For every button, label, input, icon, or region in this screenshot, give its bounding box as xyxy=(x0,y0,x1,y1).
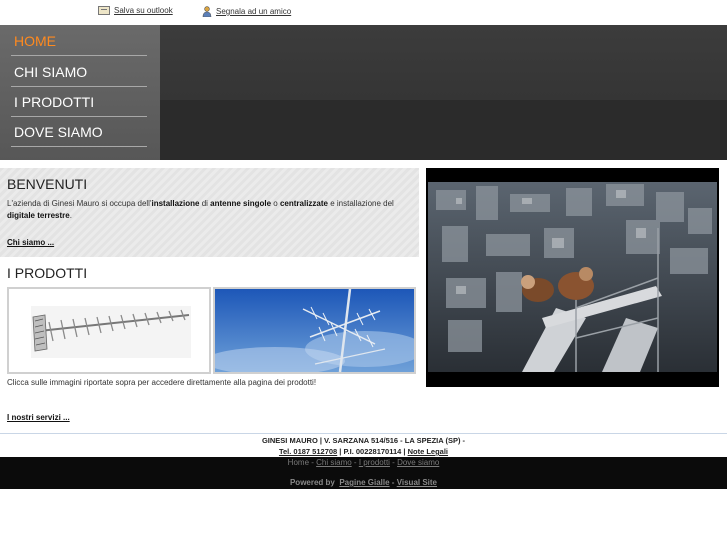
footer-nav-home[interactable]: Home xyxy=(288,458,309,467)
footer-contact-line: Tel. 0187 512708 | P.I. 00228170114 | No… xyxy=(0,446,727,457)
footer-vat: | P.I. 00228170114 | xyxy=(337,447,408,456)
footer-nav-separator: - xyxy=(351,458,359,467)
footer-address: GINESI MAURO | V. SARZANA 514/516 - LA S… xyxy=(261,436,466,445)
powered-by-label: Powered by xyxy=(289,478,335,487)
nostri-servizi-link[interactable]: I nostri servizi ... xyxy=(7,413,70,422)
footer-nav-separator: - xyxy=(389,458,398,467)
person-icon xyxy=(202,6,212,18)
footer-contact: GINESI MAURO | V. SARZANA 514/516 - LA S… xyxy=(0,433,727,457)
top-utility-bar: Salva su outlook Segnala ad un amico xyxy=(0,0,727,25)
pagine-gialle-link[interactable]: Pagine Gialle xyxy=(339,478,389,487)
footer-phone-link[interactable]: Tel. 0187 512708 xyxy=(279,447,337,456)
rooftop-photo-illustration xyxy=(428,182,717,387)
welcome-text-part: e installazione del xyxy=(328,199,394,208)
tell-friend-label: Segnala ad un amico xyxy=(216,7,292,16)
footer-nav-dove-siamo[interactable]: Dove siamo xyxy=(397,458,439,467)
welcome-text-part: o xyxy=(271,199,280,208)
products-title: I PRODOTTI xyxy=(7,265,88,281)
nav-item-dove-siamo[interactable]: DOVE SIAMO xyxy=(11,117,147,147)
footer-powered-by: Powered by Pagine Gialle - Visual Site xyxy=(0,478,727,487)
footer-nav-prodotti[interactable]: I prodotti xyxy=(359,458,390,467)
welcome-text-part: di xyxy=(199,199,211,208)
products-caption: Clicca sulle immagini riportate sopra pe… xyxy=(7,378,317,387)
tell-friend-link[interactable]: Segnala ad un amico xyxy=(202,6,292,18)
welcome-text-bold: installazione xyxy=(151,199,200,208)
header-divider xyxy=(0,160,727,168)
welcome-text-part: . xyxy=(69,211,72,220)
footer-bottom: Home - Chi siamo - I prodotti - Dove sia… xyxy=(0,457,727,489)
antenna-uhf-illustration xyxy=(31,306,191,358)
visual-site-link[interactable]: Visual Site xyxy=(397,478,437,487)
save-outlook-label: Salva su outlook xyxy=(114,6,173,15)
main-navigation: HOME CHI SIAMO I PRODOTTI DOVE SIAMO xyxy=(0,25,160,160)
footer-nav-chi-siamo[interactable]: Chi siamo xyxy=(316,458,352,467)
welcome-title: BENVENUTI xyxy=(7,176,88,192)
welcome-text: L'azienda di Ginesi Mauro si occupa dell… xyxy=(7,198,412,222)
welcome-text-bold: digitale terrestre xyxy=(7,211,70,220)
welcome-text-bold: centralizzate xyxy=(279,199,328,208)
rooftop-installers-photo xyxy=(426,168,719,387)
nav-item-prodotti[interactable]: I PRODOTTI xyxy=(11,87,147,117)
powered-separator: - xyxy=(389,478,397,487)
outlook-icon xyxy=(98,6,110,15)
save-outlook-link[interactable]: Salva su outlook xyxy=(98,6,173,15)
welcome-text-bold: antenne singole xyxy=(210,199,272,208)
footer-navigation: Home - Chi siamo - I prodotti - Dove sia… xyxy=(0,458,727,467)
nav-item-chi-siamo[interactable]: CHI SIAMO xyxy=(11,57,147,87)
welcome-text-part: L'azienda di Ginesi Mauro si occupa dell… xyxy=(7,199,152,208)
welcome-box: BENVENUTI L'azienda di Ginesi Mauro si o… xyxy=(0,168,419,257)
product-image-antenna-uhf[interactable] xyxy=(7,287,211,374)
product-image-antenna-sky[interactable] xyxy=(213,287,416,374)
site-header: HOME CHI SIAMO I PRODOTTI DOVE SIAMO xyxy=(0,25,727,160)
nav-item-home[interactable]: HOME xyxy=(11,26,147,56)
antenna-sky-illustration xyxy=(215,289,414,372)
footer-legal-link[interactable]: Note Legali xyxy=(408,447,448,456)
chi-siamo-link[interactable]: Chi siamo ... xyxy=(7,238,54,247)
